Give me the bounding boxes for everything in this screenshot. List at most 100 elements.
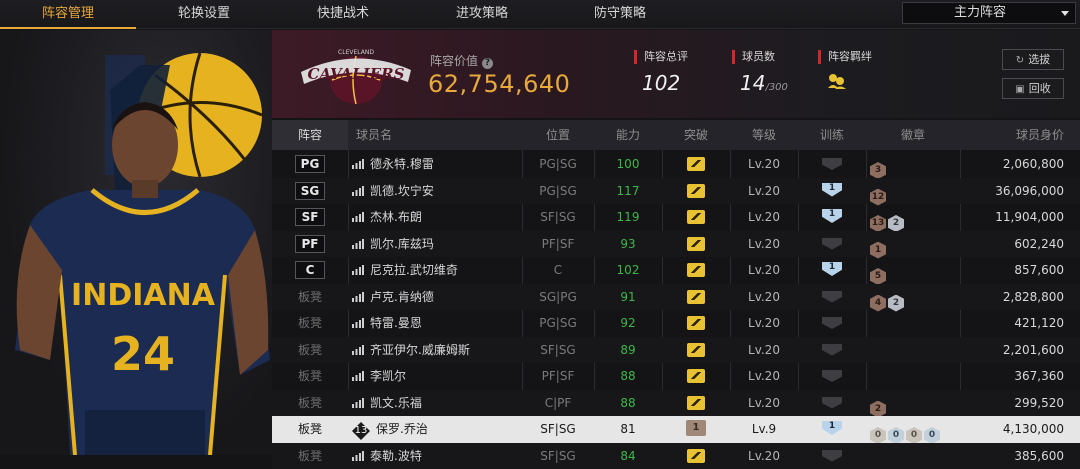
lineup-slot[interactable]: PG: [272, 151, 348, 178]
player-name-cell[interactable]: 尼克拉.武切维奇: [352, 257, 522, 284]
player-name-cell[interactable]: 特雷.曼恩: [352, 310, 522, 337]
player-name-cell[interactable]: 李凯尔: [352, 363, 522, 390]
position-slot-badge: SF: [295, 208, 325, 226]
player-worth: 2,060,800: [960, 151, 1064, 178]
lineup-slot[interactable]: C: [272, 257, 348, 284]
player-name-cell[interactable]: 凯文.乐福: [352, 390, 522, 417]
crown-icon: [687, 184, 705, 198]
pick-button[interactable]: ↻选拔: [1002, 49, 1064, 70]
tab-offense-strategy[interactable]: 进攻策略: [414, 0, 550, 29]
table-row[interactable]: 板凳泰勒.波特SF|SG84Lv.20385,600: [272, 443, 1080, 469]
training-cell: 1: [798, 257, 866, 284]
lineup-slot[interactable]: 板凳: [272, 284, 348, 311]
badges-cell[interactable]: 12: [866, 178, 960, 205]
player-ability: 91: [594, 284, 662, 311]
badges-cell[interactable]: 1: [866, 231, 960, 258]
tab-quick-tactics[interactable]: 快捷战术: [275, 0, 411, 29]
signal-bars-icon: [352, 239, 364, 249]
table-row[interactable]: PG德永特.穆雷PG|SG100Lv.2032,060,800: [272, 151, 1080, 178]
player-name: 特雷.曼恩: [370, 316, 422, 330]
lineup-slot[interactable]: PF: [272, 231, 348, 258]
table-row[interactable]: SG凯德.坎宁安PG|SG117Lv.2011236,096,000: [272, 178, 1080, 205]
training-cell: 1: [798, 178, 866, 205]
table-row[interactable]: C尼克拉.武切维奇C102Lv.2015857,600: [272, 257, 1080, 284]
player-name-cell[interactable]: 卢克.肯纳德: [352, 284, 522, 311]
table-row[interactable]: 板凳凯文.乐福C|PF88Lv.202299,520: [272, 390, 1080, 417]
tab-lineup-management[interactable]: 阵容管理: [0, 0, 136, 29]
player-name: 德永特.穆雷: [370, 157, 434, 171]
player-name-cell[interactable]: 13保罗.乔治: [352, 416, 522, 443]
lineup-slot[interactable]: 板凳: [272, 337, 348, 364]
badges-cell[interactable]: [866, 310, 960, 337]
player-name-cell[interactable]: 泰勒.波特: [352, 443, 522, 469]
player-count-label: 球员数: [732, 50, 788, 64]
col-training-header[interactable]: 训练: [798, 120, 866, 150]
tab-defense-strategy[interactable]: 防守策略: [552, 0, 688, 29]
col-ability-header[interactable]: 能力: [594, 120, 662, 150]
lineup-select-dropdown[interactable]: 主力阵容: [902, 2, 1076, 24]
lineup-chem-stat[interactable]: 阵容羁绊: [818, 50, 872, 95]
lineup-slot[interactable]: 板凳: [272, 443, 348, 469]
player-name-cell[interactable]: 凯尔.库兹玛: [352, 231, 522, 258]
badges-cell[interactable]: 5: [866, 257, 960, 284]
col-breakthrough-header[interactable]: 突破: [662, 120, 730, 150]
chevron-down-icon: [1061, 11, 1069, 16]
player-name-cell[interactable]: 杰林.布朗: [352, 204, 522, 231]
badges-cell[interactable]: 132: [866, 204, 960, 231]
breakthrough-cell: [662, 390, 730, 417]
lineup-slot[interactable]: 板凳: [272, 390, 348, 417]
table-row[interactable]: SF杰林.布朗SF|SG119Lv.20113211,904,000: [272, 204, 1080, 231]
lineup-value: 62,754,640: [428, 70, 570, 98]
lineup-slot[interactable]: SF: [272, 204, 348, 231]
lineup-slot[interactable]: SG: [272, 178, 348, 205]
table-row[interactable]: 板凳李凯尔PF|SF88Lv.20367,360: [272, 363, 1080, 390]
badges-cell[interactable]: [866, 363, 960, 390]
player-name: 泰勒.波特: [370, 449, 422, 463]
table-row[interactable]: 板凳13保罗.乔治SF|SG811Lv.9100004,130,000: [272, 416, 1080, 443]
player-name-cell[interactable]: 德永特.穆雷: [352, 151, 522, 178]
signal-bars-icon: [352, 345, 364, 355]
lineup-slot[interactable]: 板凳: [272, 363, 348, 390]
table-row[interactable]: PF凯尔.库兹玛PF|SF93Lv.201602,240: [272, 231, 1080, 258]
badges-cell[interactable]: 2: [866, 390, 960, 417]
badges-cell[interactable]: 3: [866, 151, 960, 178]
player-level: Lv.20: [730, 284, 798, 311]
col-badges-header[interactable]: 徽章: [866, 120, 960, 150]
table-row[interactable]: 板凳特雷.曼恩PG|SG92Lv.20421,120: [272, 310, 1080, 337]
player-worth: 299,520: [960, 390, 1064, 417]
chem-link-icon[interactable]: [818, 71, 872, 95]
training-gem-icon: [822, 344, 842, 356]
col-level-header[interactable]: 等级: [730, 120, 798, 150]
breakthrough-cell: [662, 151, 730, 178]
badges-cell[interactable]: 0000: [866, 416, 960, 443]
col-worth-header[interactable]: 球员身价: [960, 120, 1064, 150]
table-row[interactable]: 板凳卢克.肯纳德SG|PG91Lv.20422,828,800: [272, 284, 1080, 311]
player-worth: 2,201,600: [960, 337, 1064, 364]
breakthrough-cell: [662, 231, 730, 258]
training-level: 1: [822, 421, 842, 432]
tab-rotation-settings[interactable]: 轮换设置: [136, 0, 272, 29]
training-gem-icon: 1: [822, 209, 842, 223]
badges-cell[interactable]: 42: [866, 284, 960, 311]
lineup-slot[interactable]: 板凳: [272, 416, 348, 443]
player-name: 凯文.乐福: [370, 396, 422, 410]
badges-cell[interactable]: [866, 443, 960, 469]
player-name-cell[interactable]: 齐亚伊尔.威廉姆斯: [352, 337, 522, 364]
col-position-header[interactable]: 位置: [522, 120, 594, 150]
table-row[interactable]: 板凳齐亚伊尔.威廉姆斯SF|SG89Lv.202,201,600: [272, 337, 1080, 364]
player-level: Lv.9: [730, 416, 798, 443]
help-icon[interactable]: ?: [482, 58, 493, 69]
recycle-button[interactable]: ▣回收: [1002, 78, 1064, 99]
player-ability: 89: [594, 337, 662, 364]
player-level: Lv.20: [730, 151, 798, 178]
player-name-cell[interactable]: 凯德.坎宁安: [352, 178, 522, 205]
lineup-rating-value: 102: [634, 71, 688, 95]
lineup-slot[interactable]: 板凳: [272, 310, 348, 337]
bench-label: 板凳: [298, 369, 322, 383]
signal-bars-icon: [352, 292, 364, 302]
player-level: Lv.20: [730, 390, 798, 417]
col-lineup-header[interactable]: 阵容: [272, 120, 348, 150]
training-level: 1: [822, 262, 842, 273]
training-cell: [798, 390, 866, 417]
badges-cell[interactable]: [866, 337, 960, 364]
